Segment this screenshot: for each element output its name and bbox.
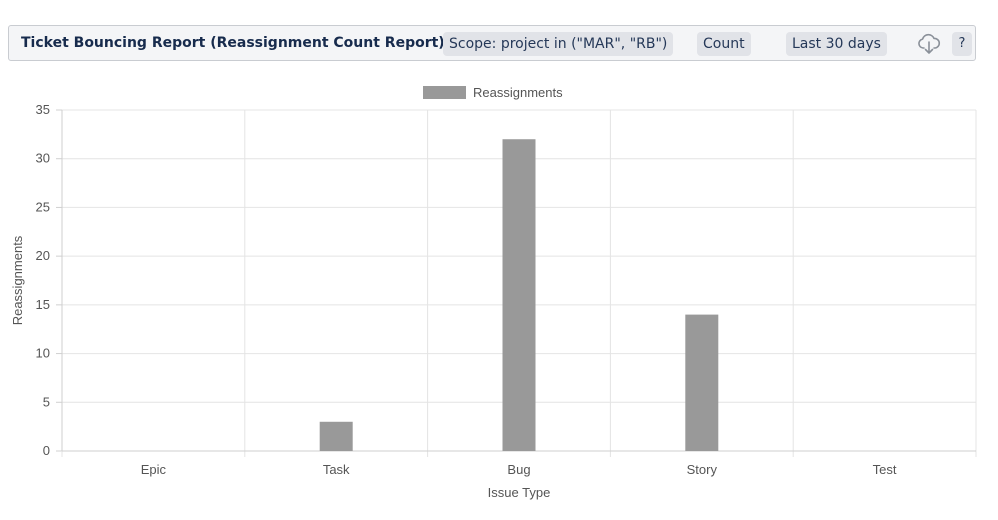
legend-label: Reassignments	[473, 85, 563, 100]
report-title: Ticket Bouncing Report (Reassignment Cou…	[21, 35, 445, 51]
download-button[interactable]	[913, 32, 943, 56]
date-range-button[interactable]: Last 30 days	[786, 32, 887, 56]
y-tick-label: 15	[36, 297, 50, 312]
bar-story	[685, 314, 719, 451]
bar-task	[319, 421, 353, 451]
y-tick-label: 25	[36, 199, 50, 214]
y-tick-label: 35	[36, 102, 50, 117]
y-tick-label: 20	[36, 248, 50, 263]
metric-selector-button[interactable]: Count	[697, 32, 751, 56]
x-tick-label: Epic	[141, 462, 167, 477]
legend-swatch	[423, 86, 466, 99]
help-button[interactable]: ?	[952, 32, 972, 56]
x-axis-title: Issue Type	[488, 485, 551, 500]
report-toolbar: Ticket Bouncing Report (Reassignment Cou…	[8, 25, 976, 61]
y-axis-title: Reassignments	[10, 235, 25, 325]
cloud-download-icon	[918, 33, 941, 54]
y-tick-label: 5	[43, 394, 50, 409]
y-tick-label: 30	[36, 151, 50, 166]
x-tick-label: Story	[687, 462, 718, 477]
scope-filter-button[interactable]: Scope: project in ("MAR", "RB")	[443, 32, 674, 56]
y-tick-label: 0	[43, 443, 50, 458]
reassignment-bar-chart: 0 5 10 15 20 25 30 35 Epic Task Bug Story Test Issue …	[10, 85, 977, 500]
x-tick-label: Bug	[507, 462, 530, 477]
x-tick-label: Test	[873, 462, 897, 477]
bar-bug	[502, 139, 536, 451]
x-tick-label: Task	[323, 462, 350, 477]
y-tick-label: 10	[36, 346, 50, 361]
